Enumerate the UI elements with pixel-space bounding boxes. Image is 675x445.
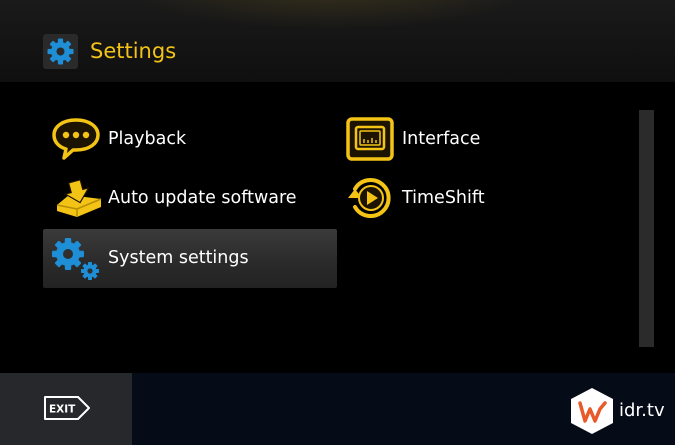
header-bar: Settings xyxy=(0,0,675,82)
exit-button[interactable]: EXIT xyxy=(0,373,132,445)
settings-screen: Settings Playback Interface Auto update … xyxy=(0,0,675,445)
menu-item-playback[interactable]: Playback xyxy=(43,110,337,169)
menu-item-label: Interface xyxy=(402,129,481,149)
speech-bubble-icon xyxy=(49,114,103,164)
idr-tv-logo-icon xyxy=(571,388,613,434)
menu-item-label: Playback xyxy=(108,129,187,149)
watermark-text: idr.tv xyxy=(619,400,665,421)
watermark-logo: idr.tv xyxy=(570,387,670,435)
menu-item-timeshift[interactable]: TimeShift xyxy=(337,169,631,228)
menu-item-label: System settings xyxy=(108,248,249,268)
system-gears-icon xyxy=(49,233,103,283)
gear-icon xyxy=(43,34,78,69)
exit-key-label: EXIT xyxy=(49,404,76,416)
menu-item-system-settings[interactable]: System settings xyxy=(43,229,337,288)
header-glow xyxy=(120,0,540,30)
tv-screen-icon xyxy=(345,114,399,164)
footer-bar: EXIT idr.tv xyxy=(0,373,675,445)
menu-item-label: TimeShift xyxy=(402,188,485,208)
menu-item-label: Auto update software xyxy=(108,188,297,208)
exit-key-icon: EXIT xyxy=(42,395,92,421)
menu-item-interface[interactable]: Interface xyxy=(337,110,631,169)
menu-item-auto-update-software[interactable]: Auto update software xyxy=(43,169,337,228)
timeshift-play-icon xyxy=(345,173,399,223)
page-title: Settings xyxy=(90,39,177,63)
set-top-box-download-icon xyxy=(49,173,103,223)
scrollbar[interactable] xyxy=(639,110,654,347)
